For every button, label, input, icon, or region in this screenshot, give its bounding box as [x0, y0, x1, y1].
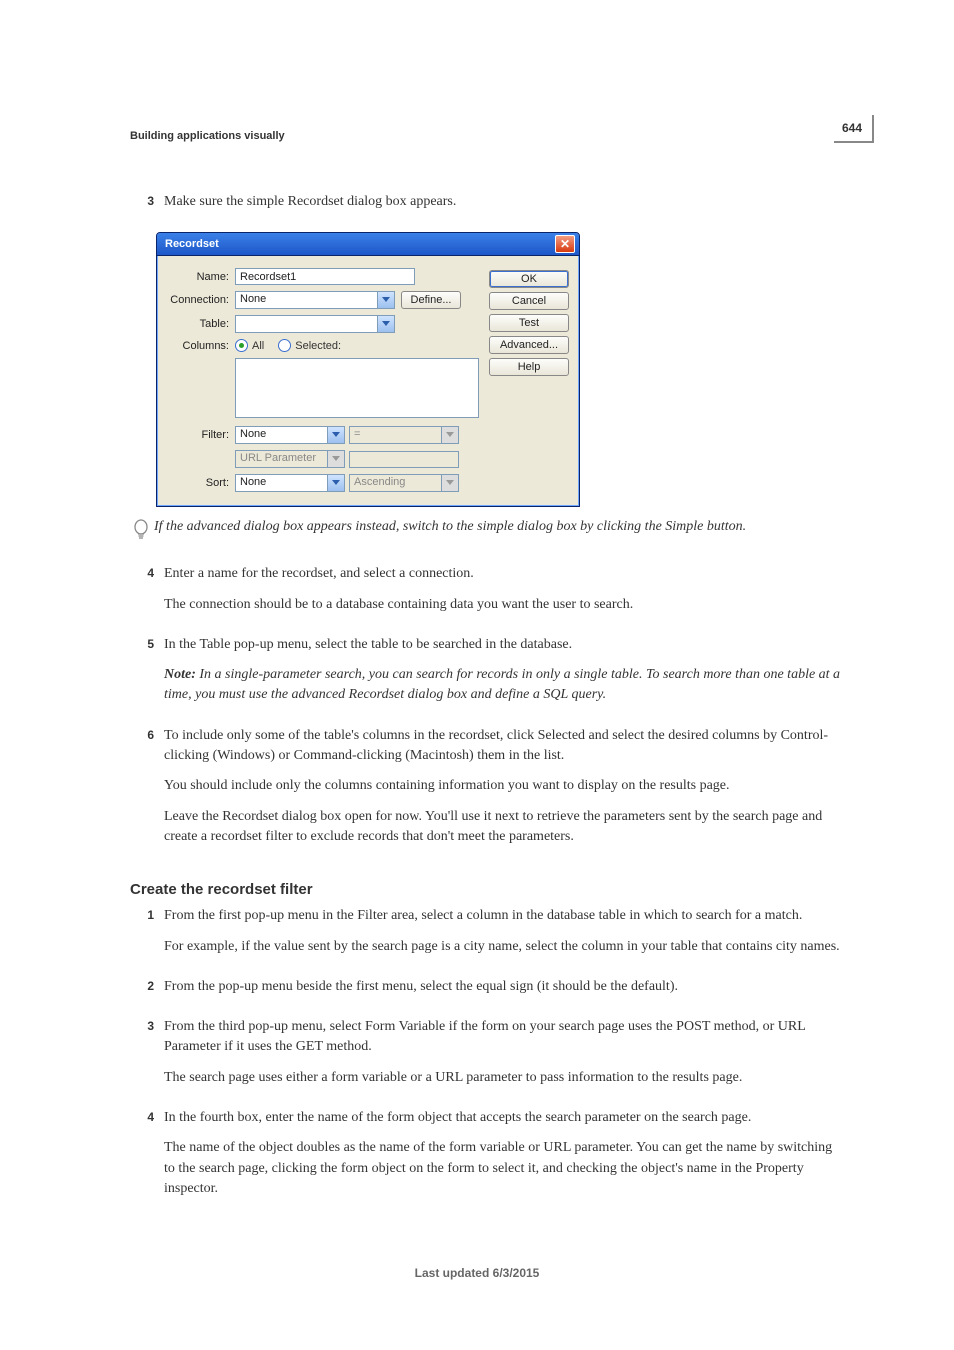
step-text: The search page uses either a form varia… — [164, 1068, 844, 1088]
tip: If the advanced dialog box appears inste… — [130, 517, 844, 546]
help-button[interactable]: Help — [489, 358, 569, 376]
step-text: To include only some of the table's colu… — [164, 726, 844, 767]
columns-selected-radio[interactable]: Selected: — [278, 339, 341, 352]
step-text: From the first pop-up menu in the Filter… — [164, 906, 844, 926]
table-label: Table: — [157, 318, 235, 330]
step-text: Make sure the simple Recordset dialog bo… — [164, 192, 844, 212]
chevron-down-icon — [327, 451, 344, 467]
sort-direction-value: Ascending — [350, 475, 441, 491]
step-number: 1 — [130, 906, 164, 967]
radio-label: All — [252, 340, 264, 352]
content-area: 3 Make sure the simple Recordset dialog … — [130, 192, 844, 1209]
step-text: For example, if the value sent by the se… — [164, 937, 844, 957]
advanced-button[interactable]: Advanced... — [489, 336, 569, 354]
step-number: 4 — [130, 564, 164, 625]
step-text: Leave the Recordset dialog box open for … — [164, 807, 844, 848]
filter-type-value: URL Parameter — [236, 451, 327, 467]
cancel-button[interactable]: Cancel — [489, 292, 569, 310]
columns-label: Columns: — [157, 340, 235, 352]
name-label: Name: — [157, 271, 235, 283]
chevron-down-icon — [327, 427, 344, 443]
page-number: 644 — [834, 115, 874, 143]
filter-operator-select[interactable]: = — [349, 426, 459, 444]
filter-type-select[interactable]: URL Parameter — [235, 450, 345, 468]
chevron-down-icon — [441, 475, 458, 491]
step-note: Note: In a single-parameter search, you … — [164, 665, 844, 706]
sort-column-value: None — [236, 475, 327, 491]
name-input[interactable] — [235, 268, 415, 285]
define-button[interactable]: Define... — [401, 291, 461, 309]
step-text: The connection should be to a database c… — [164, 595, 844, 615]
columns-listbox[interactable] — [235, 358, 479, 418]
test-button[interactable]: Test — [489, 314, 569, 332]
step-number: 5 — [130, 635, 164, 716]
table-select[interactable] — [235, 315, 395, 333]
sort-direction-select[interactable]: Ascending — [349, 474, 459, 492]
filter-label: Filter: — [157, 429, 235, 441]
filter-value-input[interactable] — [349, 451, 459, 468]
connection-label: Connection: — [157, 294, 235, 306]
sort-label: Sort: — [157, 477, 235, 489]
dialog-title: Recordset — [165, 238, 555, 250]
radio-icon — [278, 339, 291, 352]
filter-column-select[interactable]: None — [235, 426, 345, 444]
sort-column-select[interactable]: None — [235, 474, 345, 492]
radio-label: Selected: — [295, 340, 341, 352]
connection-value: None — [236, 292, 377, 308]
step-number: 4 — [130, 1108, 164, 1209]
dialog-titlebar: Recordset ✕ — [157, 233, 579, 256]
close-icon: ✕ — [560, 238, 570, 250]
connection-select[interactable]: None — [235, 291, 395, 309]
running-head: Building applications visually — [130, 130, 844, 142]
chevron-down-icon — [327, 475, 344, 491]
filter-operator-value: = — [350, 427, 441, 443]
step-number: 2 — [130, 977, 164, 1007]
subhead-create-filter: Create the recordset filter — [130, 881, 844, 898]
radio-icon — [235, 339, 248, 352]
step-text: The name of the object doubles as the na… — [164, 1138, 844, 1199]
tip-text: If the advanced dialog box appears inste… — [154, 517, 844, 537]
step-number: 3 — [130, 192, 164, 222]
chevron-down-icon — [441, 427, 458, 443]
chevron-down-icon — [377, 316, 394, 332]
step-text: In the Table pop-up menu, select the tab… — [164, 635, 844, 655]
step-number: 3 — [130, 1017, 164, 1098]
step-number: 6 — [130, 726, 164, 857]
filter-column-value: None — [236, 427, 327, 443]
step-text: You should include only the columns cont… — [164, 776, 844, 796]
step-text: Enter a name for the recordset, and sele… — [164, 564, 844, 584]
table-value — [236, 316, 377, 332]
recordset-dialog: Recordset ✕ Name: Connection: None — [156, 232, 580, 507]
ok-button[interactable]: OK — [489, 270, 569, 288]
step-text: From the pop-up menu beside the first me… — [164, 977, 844, 997]
page: 644 Building applications visually 3 Mak… — [0, 0, 954, 1350]
footer-last-updated: Last updated 6/3/2015 — [0, 1266, 954, 1280]
chevron-down-icon — [377, 292, 394, 308]
close-button[interactable]: ✕ — [555, 235, 575, 253]
columns-all-radio[interactable]: All — [235, 339, 264, 352]
step-text: In the fourth box, enter the name of the… — [164, 1108, 844, 1128]
step-text: From the third pop-up menu, select Form … — [164, 1017, 844, 1058]
lightbulb-icon — [130, 517, 154, 546]
